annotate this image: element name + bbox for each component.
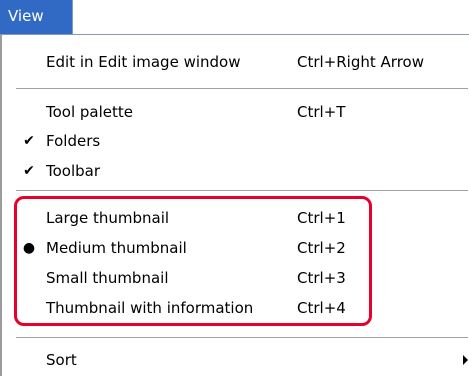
menu-item-folders[interactable]: ✔ Folders bbox=[2, 126, 469, 156]
menu-bar: View bbox=[0, 0, 469, 34]
menu-item-label: Tool palette bbox=[46, 103, 134, 121]
menu-item-label: Edit in Edit image window bbox=[46, 53, 241, 71]
menu-item-label: Sort bbox=[46, 351, 77, 369]
menu-item-toolbar[interactable]: ✔ Toolbar bbox=[2, 156, 469, 186]
submenu-arrow-icon bbox=[463, 355, 468, 365]
menu-item-tool-palette[interactable]: Tool palette Ctrl+T bbox=[2, 97, 469, 127]
menu-separator bbox=[16, 190, 468, 192]
menu-item-edit-in-edit-image-window[interactable]: Edit in Edit image window Ctrl+Right Arr… bbox=[2, 47, 469, 77]
view-menu-title[interactable]: View bbox=[0, 0, 73, 34]
menu-item-label: Folders bbox=[46, 132, 101, 150]
checkmark-icon: ✔ bbox=[23, 163, 35, 179]
menu-item-shortcut: Ctrl+T bbox=[297, 103, 346, 121]
annotation-highlight-box bbox=[14, 196, 372, 326]
menu-separator bbox=[16, 88, 468, 90]
menu-item-shortcut: Ctrl+Right Arrow bbox=[297, 53, 424, 71]
menu-item-label: Toolbar bbox=[46, 162, 101, 180]
menu-item-sort[interactable]: Sort bbox=[2, 345, 469, 375]
checkmark-icon: ✔ bbox=[23, 133, 35, 149]
menu-separator bbox=[16, 337, 468, 339]
